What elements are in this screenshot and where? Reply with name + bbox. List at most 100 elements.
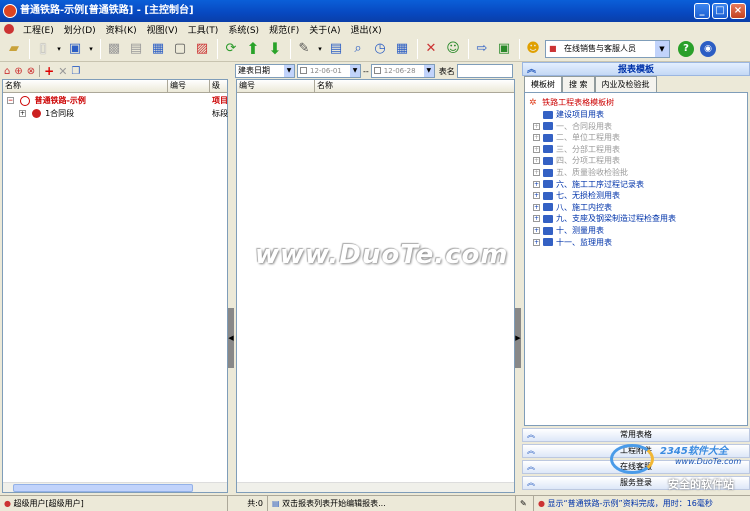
checkbox-icon[interactable] [300,67,307,74]
expand-icon[interactable]: + [533,169,540,176]
close-button[interactable]: × [730,3,746,19]
copy-icon[interactable]: ❐ [71,66,80,77]
new-dropdown-icon[interactable]: ▾ [55,39,63,59]
expand-icon[interactable]: + [533,238,540,246]
users-icon[interactable]: ☺ [443,39,463,59]
settings-tools-icon[interactable]: ✕ [421,39,441,59]
menu-data[interactable]: 资料(K) [101,23,142,36]
delete-icon[interactable]: ✕ [58,65,67,78]
move-down-icon[interactable]: ⬇ [265,39,285,59]
clock-icon[interactable]: ◷ [370,39,390,59]
expand-icon[interactable]: + [19,110,26,117]
column-header-name[interactable]: 名称 [3,80,168,92]
expand-icon[interactable]: + [533,203,540,211]
home-icon[interactable]: ⌂ [4,66,10,77]
copy-document-icon[interactable]: ▣ [65,39,85,59]
tab-inspection-batch[interactable]: 内业及检验批 [594,76,657,92]
expand-icon[interactable]: + [533,227,540,234]
chevron-down-icon[interactable]: ▼ [350,65,360,77]
expand-icon[interactable]: + [533,180,540,188]
tab-template-tree[interactable]: 模板树 [524,76,562,93]
copy-dropdown-icon[interactable]: ▾ [87,39,95,59]
scrollbar-thumb[interactable] [13,484,193,492]
tree-row-section[interactable]: + 1合同段 标段 [19,108,228,120]
tab-search[interactable]: 搜 索 [562,76,595,92]
disabled-tool-icon[interactable]: ▩ [104,39,124,59]
left-splitter[interactable]: ◀ [228,63,234,495]
add-icon[interactable]: + [44,64,54,78]
edit-dropdown-icon[interactable]: ▾ [316,39,324,59]
date-field-select[interactable]: 建表日期 ▼ [235,64,295,78]
template-tree-item[interactable]: + 九、支座及钢梁制造过程检查用表 [533,213,676,225]
refresh-icon[interactable]: ⟳ [221,39,241,59]
template-tree-item[interactable]: + 六、施工工序过程记录表 [533,179,644,191]
menu-about[interactable]: 关于(A) [304,23,345,36]
move-up-icon[interactable]: ⬆ [243,39,263,59]
column-header-level[interactable]: 级别 [210,80,227,92]
minimize-button[interactable]: _ [694,3,710,19]
pdf-export-icon[interactable]: ▨ [192,39,212,59]
column-header-code[interactable]: 编号 [168,80,210,92]
expand-icon[interactable]: + [533,192,540,200]
chevron-up-icon[interactable]: ︽ [527,63,536,77]
horizontal-scrollbar[interactable] [237,482,514,492]
checkbox-icon[interactable] [373,67,381,74]
template-tree-item[interactable]: 建设项目用表 [543,109,604,121]
menu-divide[interactable]: 划分(D) [59,23,101,36]
template-tree-item[interactable]: + 三、分部工程用表 [533,144,620,156]
date-from-field[interactable]: 12-06-01 ▼ [297,64,361,78]
template-tree-item[interactable]: + 二、单位工程用表 [533,132,620,144]
menu-view[interactable]: 视图(V) [142,23,183,36]
chevron-down-icon[interactable]: ▼ [655,40,669,57]
calculator-icon[interactable]: ▦ [392,39,412,59]
tree-row-project[interactable]: − 普通铁路-示例 项目 [7,95,228,107]
preview-icon[interactable]: ▦ [148,39,168,59]
export-icon[interactable]: ⇨ [472,39,492,59]
chevron-down-icon[interactable]: ▼ [284,65,294,77]
message-icon[interactable]: ▤ [326,39,346,59]
template-tree-item[interactable]: + 八、施工内控表 [533,202,612,214]
add-node-icon[interactable]: ⊕ [14,66,22,77]
template-tree-item[interactable]: + 一、合同段用表 [533,121,612,133]
template-tree-item[interactable]: + 四、分项工程用表 [533,155,620,167]
template-tree-item[interactable]: + 十一、监理用表 [533,237,612,249]
table-name-input[interactable] [456,64,513,78]
expand-icon[interactable]: + [533,215,540,223]
expand-icon[interactable]: + [533,134,540,142]
right-splitter[interactable]: ▶ [515,63,521,495]
open-folder-icon[interactable]: ▰ [4,39,24,59]
edit-wand-icon[interactable]: ✎ [294,39,314,59]
horizontal-scrollbar[interactable] [3,482,227,492]
collapse-left-handle[interactable]: ◀ [228,308,234,368]
expand-icon[interactable]: + [533,157,540,165]
pages-icon[interactable]: ▢ [170,39,190,59]
maximize-button[interactable]: □ [712,3,728,19]
support-icon[interactable]: ☻ [523,39,543,59]
expand-icon[interactable]: + [533,122,540,130]
collapse-right-handle[interactable]: ▶ [515,308,521,368]
menu-exit[interactable]: 退出(X) [345,23,386,36]
support-user-select[interactable]: ■ 在线销售与客服人员 ▼ [545,39,670,58]
template-tree-item[interactable]: + 七、无损检测用表 [533,190,620,202]
menu-tools[interactable]: 工具(T) [183,23,224,36]
template-tree-item[interactable]: + 十、测量用表 [533,225,604,237]
report-template-header[interactable]: ︽ 报表模板 [522,62,750,76]
info-icon[interactable]: ◉ [700,40,716,57]
column-header-name[interactable]: 名称 [315,80,514,92]
expand-icon[interactable]: + [533,145,540,153]
tree-root[interactable]: ✲ 铁路工程表格模板树 [529,97,614,109]
node-icon[interactable]: ⊗ [27,66,35,77]
collapse-icon[interactable]: − [7,97,14,104]
date-to-field[interactable]: 12-06-28 ▼ [370,64,435,78]
chevron-down-icon[interactable]: ▼ [423,65,434,77]
new-document-icon[interactable]: ▯ [33,39,53,59]
help-icon[interactable]: ? [678,40,694,57]
menu-project[interactable]: 工程(E) [18,23,59,36]
contact-card-icon[interactable]: ▣ [494,39,514,59]
menu-spec[interactable]: 规范(F) [264,23,304,36]
print-disabled-icon[interactable]: ▤ [126,39,146,59]
template-tree-item[interactable]: + 五、质量验收检验批 [533,167,628,179]
search-icon[interactable]: ⌕ [348,39,368,59]
column-header-code[interactable]: 编号 [237,80,315,92]
menu-system[interactable]: 系统(S) [223,23,264,36]
